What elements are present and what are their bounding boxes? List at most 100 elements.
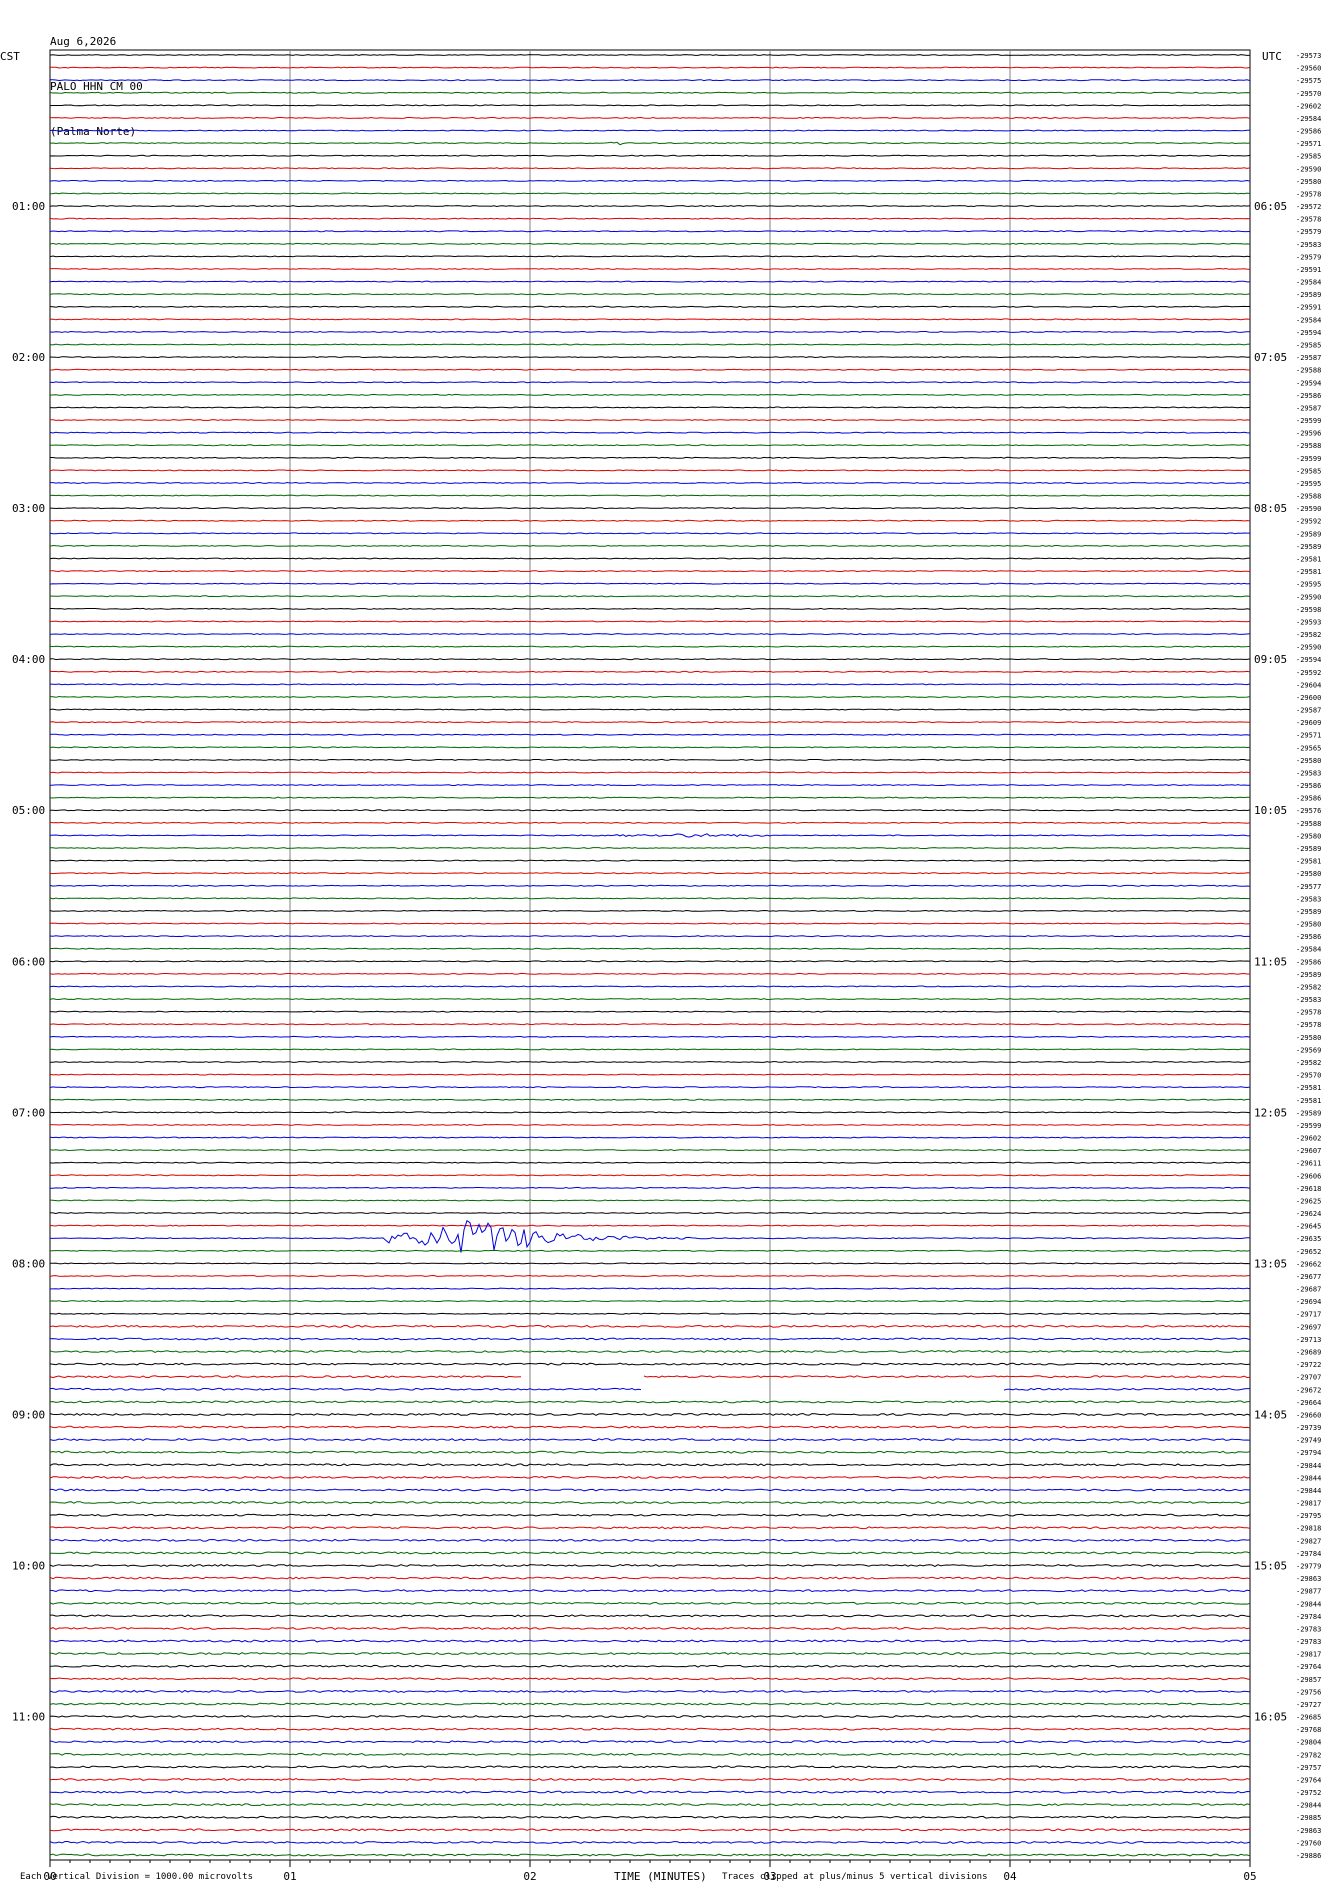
trace-offset-label: -29717 — [1296, 1311, 1321, 1319]
trace-offset-label: -29739 — [1296, 1424, 1321, 1432]
trace-137 — [49, 1778, 1251, 1781]
trace-offset-label: -29595 — [1296, 480, 1321, 488]
trace-offset-label: -29697 — [1296, 1323, 1321, 1331]
trace-offset-label: -29583 — [1296, 895, 1321, 903]
trace-offset-label: -29590 — [1296, 644, 1321, 652]
left-hour-label: 10:00 — [12, 1559, 45, 1572]
trace-offset-label: -29618 — [1296, 1185, 1321, 1193]
trace-127 — [49, 1652, 1251, 1656]
trace-47 — [49, 645, 1251, 648]
trace-offset-label: -29586 — [1296, 958, 1321, 966]
right-hour-label: 15:05 — [1254, 1559, 1287, 1572]
trace-offset-label: -29589 — [1296, 908, 1321, 916]
trace-offset-label: -29609 — [1296, 719, 1321, 727]
trace-115 — [49, 1501, 1251, 1505]
trace-offset-label: -29584 — [1296, 115, 1321, 123]
trace-6 — [49, 129, 1251, 132]
trace-101 — [49, 1324, 1251, 1328]
trace-offset-label: -29583 — [1296, 241, 1321, 249]
trace-56 — [49, 758, 1251, 761]
left-hour-label: 01:00 — [12, 200, 45, 213]
left-hour-label: 08:00 — [12, 1257, 45, 1270]
x-tick-label: 01 — [283, 1870, 296, 1883]
trace-48 — [49, 658, 1251, 661]
trace-offset-label: -29590 — [1296, 165, 1321, 173]
right-hour-label: 11:05 — [1254, 955, 1287, 968]
trace-142 — [49, 1840, 1251, 1844]
trace-offset-label: -29707 — [1296, 1374, 1321, 1382]
trace-offset-label: -29589 — [1296, 543, 1321, 551]
trace-95 — [49, 1249, 1251, 1252]
trace-109 — [49, 1425, 1251, 1429]
trace-119 — [49, 1551, 1251, 1555]
trace-33 — [49, 469, 1251, 472]
trace-34 — [50, 481, 1251, 484]
trace-offset-label: -29584 — [1296, 279, 1321, 287]
trace-26 — [49, 381, 1251, 384]
trace-offset-label: -29581 — [1296, 1084, 1321, 1092]
trace-offset-label: -29600 — [1296, 694, 1321, 702]
trace-offset-label: -29844 — [1296, 1802, 1321, 1810]
trace-11 — [49, 192, 1251, 195]
trace-30 — [49, 431, 1251, 434]
trace-offset-label: -29583 — [1296, 996, 1321, 1004]
trace-offset-label: -29587 — [1296, 404, 1321, 412]
trace-140 — [49, 1815, 1250, 1819]
trace-8 — [49, 154, 1251, 157]
trace-81 — [49, 1073, 1251, 1076]
trace-72 — [49, 960, 1251, 963]
trace-5 — [49, 116, 1251, 119]
trace-offset-label: -29760 — [1296, 1839, 1321, 1847]
trace-25 — [50, 368, 1251, 371]
trace-126 — [50, 1639, 1251, 1643]
trace-offset-label: -29727 — [1296, 1701, 1321, 1709]
trace-offset-label: -29584 — [1296, 316, 1321, 324]
trace-offset-label: -29590 — [1296, 505, 1321, 513]
trace-offset-label: -29569 — [1296, 1046, 1321, 1054]
trace-offset-label: -29611 — [1296, 1160, 1321, 1168]
trace-offset-label: -29578 — [1296, 190, 1321, 198]
trace-offset-label: -29664 — [1296, 1399, 1321, 1407]
trace-offset-label: -29586 — [1296, 782, 1321, 790]
trace-113 — [49, 1475, 1251, 1479]
trace-13 — [49, 217, 1251, 220]
trace-offset-label: -29756 — [1296, 1688, 1321, 1696]
trace-91 — [49, 1199, 1251, 1202]
trace-offset-label: -29689 — [1296, 1349, 1321, 1357]
trace-offset-label: -29586 — [1296, 933, 1321, 941]
x-tick-label: 05 — [1243, 1870, 1256, 1883]
trace-19 — [49, 293, 1251, 296]
left-hour-label: 07:00 — [12, 1106, 45, 1119]
trace-129 — [49, 1677, 1251, 1681]
trace-62 — [49, 833, 1251, 838]
trace-100 — [50, 1312, 1251, 1315]
trace-offset-label: -29590 — [1296, 593, 1321, 601]
trace-offset-label: -29592 — [1296, 518, 1321, 526]
trace-offset-label: -29599 — [1296, 455, 1321, 463]
trace-112 — [49, 1463, 1251, 1467]
trace-83 — [49, 1098, 1250, 1101]
trace-offset-label: -29599 — [1296, 417, 1321, 425]
trace-45 — [50, 620, 1251, 623]
trace-21 — [49, 318, 1251, 321]
trace-offset-label: -29677 — [1296, 1273, 1321, 1281]
trace-53 — [49, 721, 1251, 724]
trace-offset-label: -29589 — [1296, 1109, 1321, 1117]
trace-offset-label: -29818 — [1296, 1525, 1321, 1533]
trace-36 — [49, 507, 1251, 510]
trace-offset-label: -29577 — [1296, 883, 1321, 891]
trace-44 — [50, 607, 1251, 610]
trace-offset-label: -29757 — [1296, 1764, 1321, 1772]
trace-97 — [49, 1274, 1251, 1277]
trace-offset-label: -29694 — [1296, 1298, 1321, 1306]
trace-27 — [49, 393, 1250, 396]
trace-42 — [49, 582, 1251, 585]
trace-offset-label: -29885 — [1296, 1814, 1321, 1822]
trace-51 — [49, 695, 1251, 698]
trace-offset-label: -29587 — [1296, 354, 1321, 362]
trace-46 — [49, 633, 1251, 636]
trace-offset-label: -29844 — [1296, 1474, 1321, 1482]
trace-77 — [49, 1023, 1251, 1026]
trace-38 — [49, 532, 1250, 535]
trace-offset-label: -29586 — [1296, 795, 1321, 803]
